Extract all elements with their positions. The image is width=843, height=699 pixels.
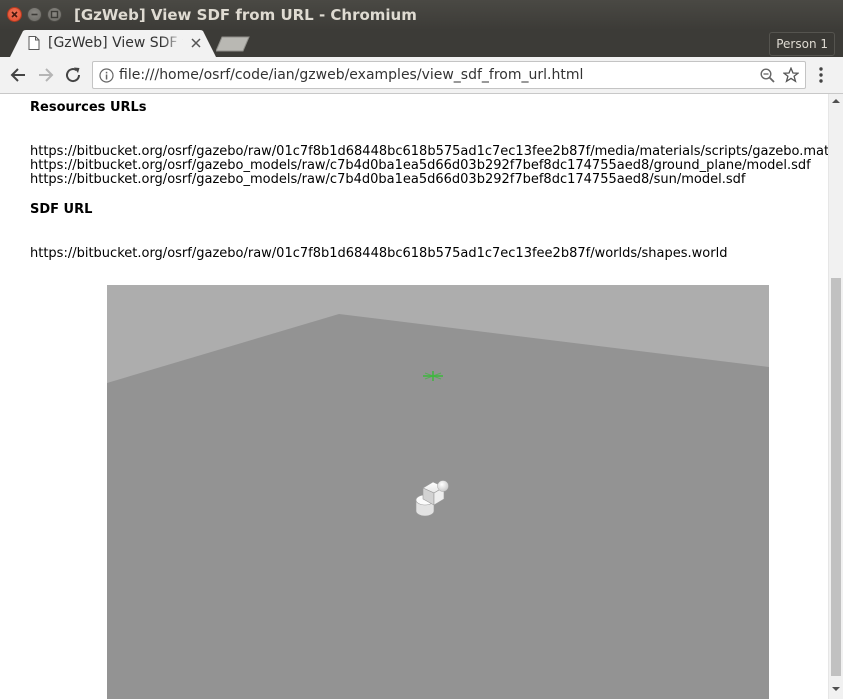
forward-icon[interactable]	[37, 66, 55, 84]
back-icon[interactable]	[9, 66, 27, 84]
close-icon	[11, 11, 18, 18]
new-tab-button[interactable]	[216, 36, 250, 52]
resource-url: https://bitbucket.org/osrf/gazebo/raw/01…	[30, 144, 828, 159]
window-close-button[interactable]	[7, 7, 22, 22]
window-maximize-button[interactable]	[47, 7, 62, 22]
resource-url: https://bitbucket.org/osrf/gazebo_models…	[30, 158, 811, 173]
scroll-up-arrow-icon[interactable]	[832, 98, 840, 104]
info-icon[interactable]	[99, 68, 114, 83]
window-title: [GzWeb] View SDF from URL - Chromium	[74, 6, 417, 24]
tab-strip: [GzWeb] View SDF from URL Person 1	[0, 30, 843, 57]
menu-icon[interactable]	[818, 67, 824, 83]
reload-icon[interactable]	[64, 66, 82, 84]
bookmark-star-icon[interactable]	[783, 67, 799, 83]
scene-render	[107, 285, 769, 699]
page-content: Resources URLs https://bitbucket.org/osr…	[0, 94, 828, 699]
sphere-model	[437, 480, 449, 492]
page-scrollbar[interactable]	[828, 94, 843, 699]
maximize-icon	[50, 10, 59, 19]
url-text[interactable]: file:///home/osrf/code/ian/gzweb/example…	[119, 67, 583, 83]
browser-toolbar: file:///home/osrf/code/ian/gzweb/example…	[0, 57, 843, 94]
address-bar[interactable]: file:///home/osrf/code/ian/gzweb/example…	[92, 61, 806, 89]
window-title-bar: [GzWeb] View SDF from URL - Chromium	[0, 0, 843, 30]
tab-title: [GzWeb] View SDF from URL	[48, 35, 183, 51]
minimize-icon	[31, 13, 38, 16]
sdf-url: https://bitbucket.org/osrf/gazebo/raw/01…	[30, 246, 728, 261]
tab-close-icon[interactable]	[190, 37, 202, 49]
page-icon	[28, 36, 40, 50]
ground-plane	[107, 314, 769, 699]
gzweb-3d-viewport[interactable]	[107, 285, 769, 699]
tab-active[interactable]: [GzWeb] View SDF from URL	[10, 30, 216, 57]
resource-url: https://bitbucket.org/osrf/gazebo_models…	[30, 172, 746, 187]
profile-button[interactable]: Person 1	[769, 32, 835, 56]
scrollbar-thumb[interactable]	[831, 278, 841, 676]
zoom-out-icon[interactable]	[760, 68, 775, 83]
scroll-down-arrow-icon[interactable]	[832, 686, 840, 692]
resources-heading: Resources URLs	[30, 100, 147, 115]
sdf-heading: SDF URL	[30, 202, 93, 217]
window-minimize-button[interactable]	[27, 7, 42, 22]
